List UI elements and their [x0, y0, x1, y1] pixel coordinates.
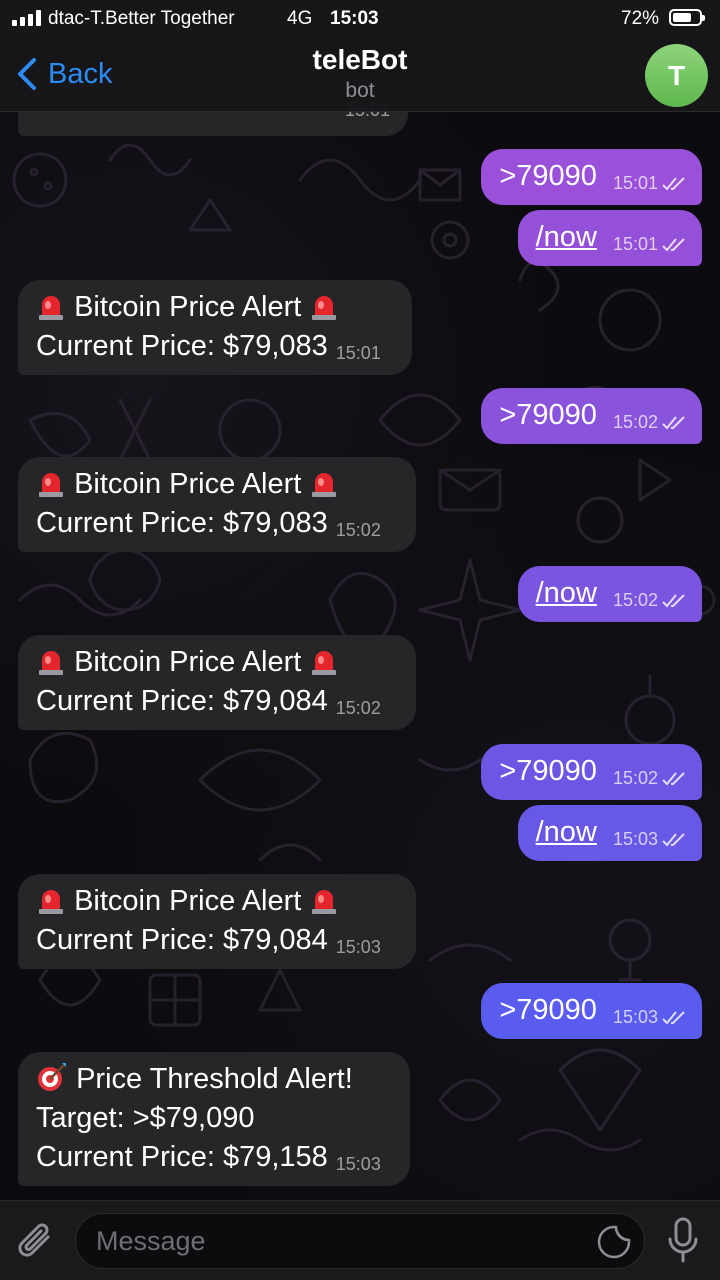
battery-icon: [669, 9, 705, 26]
message-time: 15:01: [612, 173, 658, 193]
message-time: 15:02: [612, 590, 658, 610]
message-time: 15:03: [612, 829, 658, 849]
microphone-icon[interactable]: [664, 1215, 702, 1267]
siren-icon: [39, 296, 63, 320]
message-input[interactable]: [96, 1214, 576, 1268]
paperclip-icon[interactable]: [14, 1217, 58, 1267]
chat-subtitle: bot: [345, 79, 375, 102]
message-text: >79090: [499, 399, 597, 431]
composer-bar: [0, 1200, 720, 1280]
double-check-icon: [662, 237, 685, 251]
message-price: Current Price: $79,158: [36, 1141, 328, 1173]
message-price: Current Price: $79,084: [36, 685, 328, 717]
status-time: 15:03: [330, 8, 379, 29]
siren-icon: [39, 651, 63, 675]
message-price: Current Price: $79,083: [36, 330, 328, 362]
double-check-icon: [662, 1010, 685, 1024]
siren-icon: [312, 890, 337, 914]
message-title: Bitcoin Price Alert: [74, 646, 302, 678]
double-check-icon: [662, 832, 685, 846]
siren-icon: [312, 296, 337, 320]
message-target: Target: >$79,090: [36, 1102, 255, 1134]
message-time: 15:03: [335, 1154, 381, 1174]
double-check-icon: [662, 593, 685, 607]
siren-icon: [39, 473, 63, 497]
sticker-icon[interactable]: [596, 1224, 632, 1260]
message-time: 15:02: [612, 412, 658, 432]
double-check-icon: [662, 415, 685, 429]
message-list[interactable]: . 15:01 >79090 15:01 /now 15:01 Bitcoin …: [0, 0, 720, 1200]
message-time: 15:02: [612, 768, 658, 788]
outgoing-message[interactable]: >79090 15:01: [481, 149, 702, 205]
signal-strength-icon: [12, 10, 41, 26]
incoming-message[interactable]: Bitcoin Price Alert Current Price: $79,0…: [18, 280, 412, 375]
message-title: Bitcoin Price Alert: [74, 291, 302, 323]
command-link[interactable]: /now: [536, 221, 597, 253]
message-text: >79090: [499, 160, 597, 192]
message-time: 15:02: [335, 698, 381, 718]
message-text: >79090: [499, 755, 597, 787]
command-link[interactable]: /now: [536, 816, 597, 848]
message-title: Price Threshold Alert!: [76, 1063, 353, 1095]
carrier-name: dtac-T.Better Together: [48, 8, 235, 29]
avatar-letter: T: [667, 59, 686, 91]
message-title: Bitcoin Price Alert: [74, 885, 302, 917]
message-time: 15:03: [612, 1007, 658, 1027]
incoming-message[interactable]: Bitcoin Price Alert Current Price: $79,0…: [18, 874, 416, 969]
message-price: Current Price: $79,084: [36, 924, 328, 956]
siren-icon: [312, 473, 337, 497]
incoming-message[interactable]: Bitcoin Price Alert Current Price: $79,0…: [18, 457, 416, 552]
outgoing-message[interactable]: /now 15:01: [517, 210, 702, 266]
battery-percent: 72%: [621, 8, 660, 29]
message-field[interactable]: [75, 1213, 645, 1269]
double-check-icon: [662, 771, 685, 785]
message-time: 15:02: [335, 520, 381, 540]
incoming-message[interactable]: Price Threshold Alert! Target: >$79,090 …: [18, 1052, 410, 1186]
message-time: 15:03: [335, 937, 381, 957]
message-price: Current Price: $79,083: [36, 507, 328, 539]
chat-header: Back teleBot bot T: [0, 38, 720, 112]
chat-title[interactable]: teleBot: [0, 44, 720, 76]
double-check-icon: [662, 176, 685, 190]
avatar[interactable]: T: [645, 44, 708, 107]
outgoing-message[interactable]: /now 15:02: [517, 566, 702, 622]
message-title: Bitcoin Price Alert: [74, 468, 302, 500]
outgoing-message[interactable]: >79090 15:02: [481, 744, 702, 800]
siren-icon: [39, 890, 63, 914]
command-link[interactable]: /now: [536, 577, 597, 609]
bullseye-icon: [38, 1063, 66, 1091]
message-time: 15:01: [335, 343, 381, 363]
message-time: 15:01: [612, 234, 658, 254]
outgoing-message[interactable]: >79090 15:02: [481, 388, 702, 444]
outgoing-message[interactable]: >79090 15:03: [481, 983, 702, 1039]
message-text: >79090: [499, 994, 597, 1026]
status-bar: dtac-T.Better Together 4G 15:03 72%: [0, 0, 720, 38]
incoming-message[interactable]: Bitcoin Price Alert Current Price: $79,0…: [18, 635, 416, 730]
siren-icon: [312, 651, 337, 675]
network-type: 4G: [287, 8, 313, 29]
outgoing-message[interactable]: /now 15:03: [517, 805, 702, 861]
